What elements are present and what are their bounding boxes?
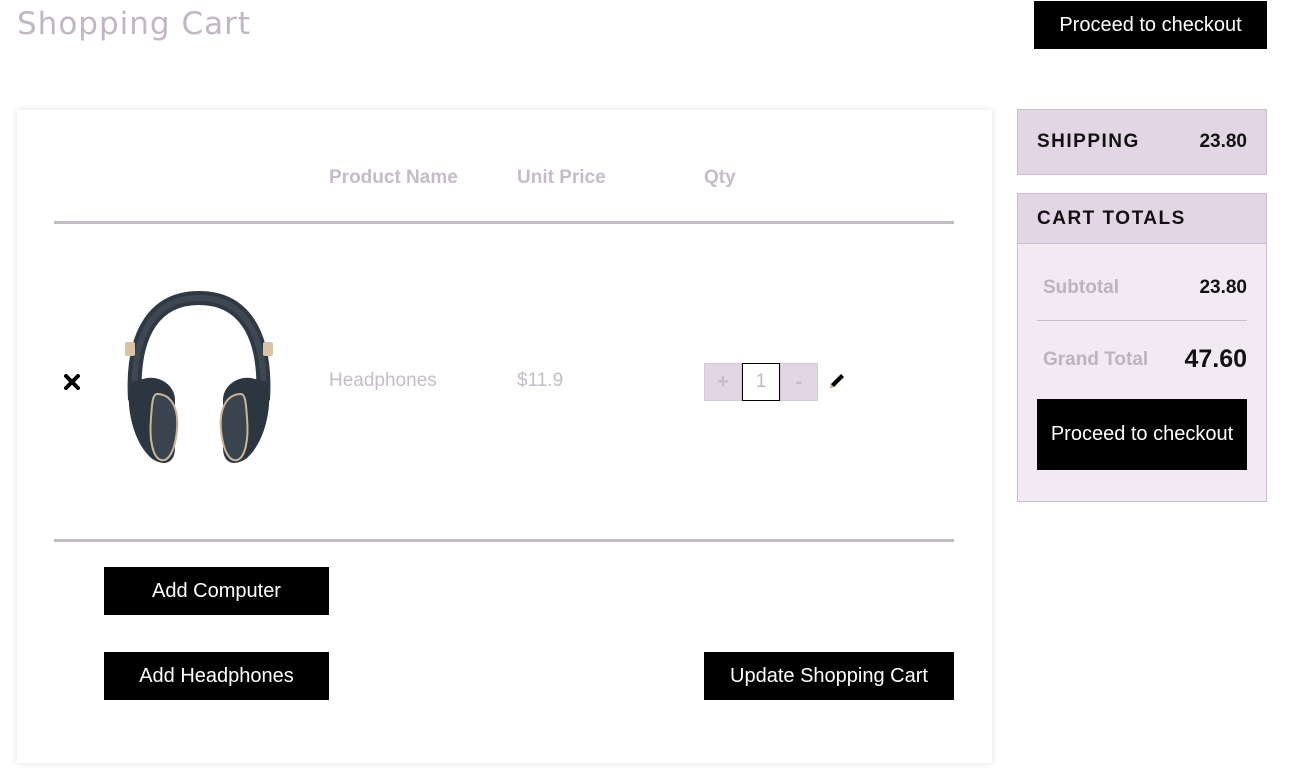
- quantity-increment-button[interactable]: +: [704, 363, 742, 401]
- add-headphones-button[interactable]: Add Headphones: [104, 652, 329, 700]
- column-header-product-name: Product Name: [329, 167, 458, 188]
- page-title: Shopping Cart: [17, 6, 251, 42]
- column-header-unit-price: Unit Price: [517, 167, 606, 188]
- quantity-decrement-button[interactable]: -: [780, 363, 818, 401]
- grand-total-value: 47.60: [1184, 345, 1247, 373]
- subtotal-label: Subtotal: [1043, 277, 1119, 298]
- totals-checkout-button[interactable]: Proceed to checkout: [1037, 399, 1247, 470]
- cart-totals-panel: CART TOTALS Subtotal 23.80 Grand Total 4…: [1017, 193, 1267, 502]
- quantity-stepper: + -: [704, 363, 818, 401]
- column-header-qty: Qty: [704, 167, 736, 188]
- update-shopping-cart-button[interactable]: Update Shopping Cart: [704, 652, 954, 700]
- headphones-image: [117, 290, 282, 470]
- table-divider-bottom: [54, 539, 954, 542]
- table-divider-top: [54, 221, 954, 224]
- quantity-input[interactable]: [742, 363, 780, 401]
- shipping-summary: SHIPPING 23.80: [1017, 109, 1267, 175]
- close-icon[interactable]: [61, 371, 83, 393]
- cart-totals-header: CART TOTALS: [1018, 194, 1266, 244]
- cart-table-panel: Product Name Unit Price Qty Headphones $…: [17, 110, 992, 763]
- add-computer-button[interactable]: Add Computer: [104, 567, 329, 615]
- shipping-value: 23.80: [1199, 131, 1247, 152]
- proceed-to-checkout-button[interactable]: Proceed to checkout: [1034, 1, 1267, 49]
- cart-totals-heading: CART TOTALS: [1037, 208, 1186, 229]
- grand-total-label: Grand Total: [1043, 349, 1149, 370]
- totals-divider: [1037, 320, 1247, 321]
- unit-price: $11.9: [517, 370, 564, 391]
- pencil-icon[interactable]: [826, 372, 846, 392]
- product-name: Headphones: [329, 370, 437, 391]
- shipping-label: SHIPPING: [1037, 131, 1140, 152]
- subtotal-value: 23.80: [1199, 277, 1247, 298]
